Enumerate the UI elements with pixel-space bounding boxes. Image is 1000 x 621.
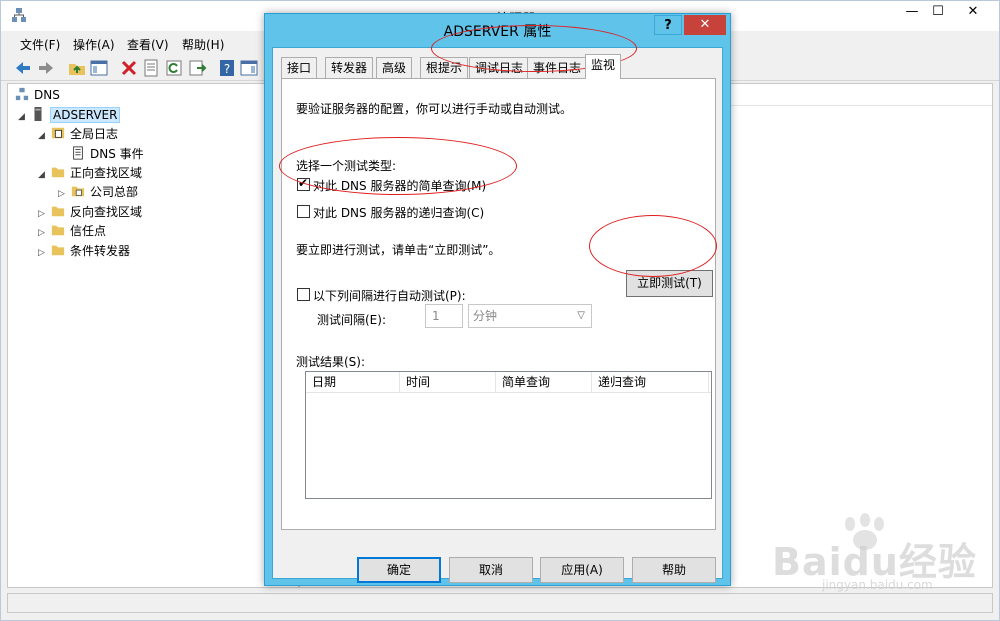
tab-interfaces[interactable]: 接口 (281, 57, 318, 78)
monitoring-tab-page: 要验证服务器的配置，你可以进行手动或自动测试。 选择一个测试类型: 对此 DNS… (281, 78, 716, 530)
results-label: 测试结果(S): (296, 355, 366, 369)
tree-item-dns-events[interactable]: DNS 事件 (70, 145, 144, 163)
close-icon[interactable]: ✕ (953, 2, 993, 24)
interval-input[interactable]: 1 (425, 304, 463, 328)
export-list-icon[interactable] (187, 58, 207, 78)
menu-file[interactable]: 文件(F) (20, 36, 60, 53)
server-icon (34, 107, 42, 121)
collapse-triangle-icon[interactable]: ▷ (38, 244, 50, 262)
dialog-help-icon[interactable]: ? (654, 15, 682, 35)
collapse-triangle-icon[interactable]: ▷ (38, 205, 50, 223)
dialog-close-icon[interactable]: ✕ (684, 15, 726, 35)
intro-text: 要验证服务器的配置，你可以进行手动或自动测试。 (296, 102, 573, 116)
tree-item-forward-zones[interactable]: ◢ 正向查找区域 (38, 164, 142, 182)
tab-monitoring[interactable]: 监视 (585, 54, 622, 79)
cancel-button[interactable]: 取消 (449, 557, 533, 583)
col-time[interactable]: 时间 (400, 372, 496, 393)
test-now-button[interactable]: 立即测试(T) (626, 270, 713, 297)
select-test-type-label: 选择一个测试类型: (296, 159, 397, 173)
watermark-url: jingyan.baidu.com (822, 578, 933, 592)
refresh-icon[interactable] (164, 58, 184, 78)
back-icon[interactable] (13, 58, 33, 78)
folder-icon (51, 167, 65, 178)
tree-item-global-logs[interactable]: ◢ 全局日志 (38, 125, 118, 143)
tab-forwarders[interactable]: 转发器 (325, 57, 374, 78)
log-folder-icon (51, 127, 65, 139)
tree-item-adserver[interactable]: ◢ ADSERVER (18, 106, 121, 126)
dns-node-icon (15, 87, 29, 101)
ok-button[interactable]: 确定 (357, 557, 441, 583)
tree-item-trust-points[interactable]: ▷ 信任点 (38, 222, 106, 240)
menu-view[interactable]: 查看(V) (127, 36, 169, 53)
menu-action[interactable]: 操作(A) (73, 36, 115, 53)
chevron-down-icon: ▽ (577, 310, 585, 321)
menu-help[interactable]: 帮助(H) (182, 36, 224, 53)
auto-test-label: 以下列间隔进行自动测试(P): (313, 289, 466, 303)
collapse-triangle-icon[interactable]: ▷ (58, 185, 70, 203)
folder-icon (51, 206, 65, 217)
tab-debug-logging[interactable]: 调试日志 (469, 57, 530, 78)
tree-item-reverse-zones[interactable]: ▷ 反向查找区域 (38, 203, 142, 221)
maximize-icon[interactable]: ☐ (923, 2, 953, 24)
expand-triangle-icon[interactable]: ◢ (38, 127, 50, 145)
dialog-client-area: 接口 转发器 高级 根提示 调试日志 事件日志 监视 要验证服务器的配置，你可以… (272, 47, 723, 583)
col-date[interactable]: 日期 (306, 372, 400, 393)
zone-icon (71, 186, 85, 197)
collapse-triangle-icon[interactable]: ▷ (38, 224, 50, 242)
folder-icon (51, 245, 65, 256)
apply-button[interactable]: 应用(A) (540, 557, 624, 583)
tab-event-logging[interactable]: 事件日志 (527, 57, 588, 78)
folder-icon (51, 225, 65, 236)
tree-item-dns[interactable]: DNS (14, 86, 60, 104)
console-tree: DNS ◢ ADSERVER ◢ 全局日志 DNS 事件 ◢ 正向查找区域 ▷ 公司总部… (7, 83, 299, 588)
tree-item-conditional-forwarders[interactable]: ▷ 条件转发器 (38, 242, 130, 260)
svg-text:?: ? (224, 62, 230, 76)
tree-item-company-hq[interactable]: ▷ 公司总部 (58, 183, 138, 201)
properties-icon[interactable] (141, 58, 161, 78)
properties-dialog: ADSERVER 属性 ? ✕ 接口 转发器 高级 根提示 调试日志 事件日志 … (264, 13, 731, 586)
tab-root-hints[interactable]: 根提示 (420, 57, 469, 78)
event-log-icon (73, 146, 83, 160)
help-button[interactable]: 帮助 (632, 557, 716, 583)
interval-unit-select[interactable]: 分钟 ▽ (468, 304, 592, 328)
auto-test-checkbox[interactable] (297, 288, 310, 301)
test-now-hint: 要立即进行测试，请单击“立即测试”。 (296, 243, 501, 257)
simple-query-label: 对此 DNS 服务器的简单查询(M) (313, 179, 487, 193)
show-hide-tree-icon[interactable] (89, 58, 109, 78)
recursive-query-label: 对此 DNS 服务器的递归查询(C) (313, 206, 485, 220)
col-recursive-query[interactable]: 递归查询 (592, 372, 709, 393)
forward-icon[interactable] (36, 58, 56, 78)
results-list[interactable]: 日期 时间 简单查询 递归查询 (305, 371, 712, 499)
help-icon[interactable]: ? (217, 58, 237, 78)
recursive-query-checkbox[interactable] (297, 205, 310, 218)
expand-triangle-icon[interactable]: ◢ (38, 166, 50, 184)
show-action-pane-icon[interactable] (239, 58, 259, 78)
delete-icon[interactable] (119, 58, 139, 78)
up-folder-icon[interactable] (67, 58, 87, 78)
status-bar (7, 593, 993, 613)
results-header: 日期 时间 简单查询 递归查询 (306, 372, 711, 393)
expand-triangle-icon[interactable]: ◢ (18, 108, 30, 126)
col-simple-query[interactable]: 简单查询 (496, 372, 592, 393)
simple-query-checkbox[interactable] (297, 176, 310, 191)
tab-advanced[interactable]: 高级 (376, 57, 413, 78)
interval-label: 测试间隔(E): (317, 313, 386, 327)
